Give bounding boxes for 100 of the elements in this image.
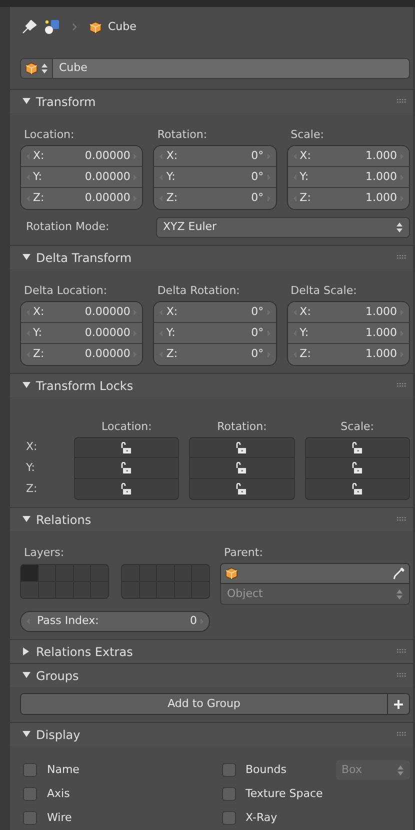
number-field[interactable]: Y: 0.00000 [21, 323, 142, 344]
number-field[interactable]: Z: 1.000 [288, 344, 409, 365]
number-field[interactable]: X: 0.00000 [21, 146, 142, 167]
dropdown-value: XYZ Euler [163, 219, 217, 236]
axis-label: X: [300, 304, 312, 320]
grip-icon [397, 99, 407, 104]
lock-toggle[interactable] [304, 479, 410, 500]
checkbox-label[interactable]: Name [47, 762, 127, 778]
add-button[interactable] [388, 693, 410, 715]
column-label: Rotation: [156, 127, 208, 143]
field-value: 1.000 [364, 168, 397, 185]
number-field[interactable]: Z: 1.000 [288, 188, 409, 209]
field-value: 0° [250, 324, 264, 341]
checkbox-label[interactable]: Wire [47, 810, 127, 826]
layer-button[interactable] [21, 565, 38, 581]
layer-button[interactable] [140, 565, 156, 581]
cube-icon [225, 567, 238, 580]
layer-button[interactable] [122, 582, 139, 598]
checkbox[interactable] [23, 787, 37, 801]
grip-icon [397, 383, 407, 388]
checkbox-label[interactable]: Axis [47, 786, 127, 802]
field-value: 1.000 [364, 148, 397, 164]
layer-button[interactable] [56, 582, 73, 598]
field-value: 0° [250, 148, 264, 164]
layer-button[interactable] [91, 565, 108, 581]
axis-label: Y: [300, 168, 310, 185]
layer-button[interactable] [38, 565, 56, 581]
layer-button[interactable] [122, 565, 139, 581]
layer-button[interactable] [157, 582, 174, 598]
dropdown-value: Box [342, 762, 362, 778]
field-label: Layers: [23, 545, 66, 561]
number-field[interactable]: X: 1.000 [288, 302, 409, 323]
layer-button[interactable] [192, 582, 209, 598]
up-down-arrows-icon [396, 588, 403, 600]
checkbox[interactable] [222, 811, 236, 825]
lock-toggle[interactable] [189, 437, 295, 458]
layer-button[interactable] [38, 582, 56, 598]
column-label: Rotation: [216, 419, 268, 435]
column-label: Scale: [290, 127, 325, 143]
number-field[interactable]: Z: 0.00000 [21, 188, 142, 209]
pass-index-field[interactable]: Pass Index: 0 [20, 611, 210, 632]
number-field[interactable]: X: 0.00000 [21, 302, 142, 323]
object-name-field[interactable]: Cube [53, 58, 410, 78]
lock-toggle[interactable] [189, 479, 295, 500]
layer-button[interactable] [192, 565, 209, 581]
checkbox-label[interactable]: Bounds [246, 762, 326, 778]
checkbox-label[interactable]: Texture Space [246, 786, 326, 802]
layer-button[interactable] [157, 565, 174, 581]
checkbox-label[interactable]: X-Ray [246, 810, 326, 826]
axis-label: X: [33, 304, 46, 320]
field-value: 0.00000 [84, 190, 130, 206]
field-label: Parent: [223, 545, 264, 561]
number-field[interactable]: Y: 1.000 [288, 323, 409, 344]
field-value: 0° [250, 190, 264, 206]
number-field[interactable]: Y: 1.000 [288, 167, 409, 188]
number-field[interactable]: Y: 0.00000 [21, 167, 142, 188]
checkbox[interactable] [222, 763, 236, 777]
lock-toggle[interactable] [189, 458, 295, 479]
breadcrumb-label[interactable]: Cube [108, 18, 136, 36]
grip-icon [397, 732, 407, 737]
layer-button[interactable] [21, 582, 38, 598]
up-down-arrows-icon [41, 62, 48, 74]
layer-button[interactable] [74, 582, 90, 598]
number-field[interactable]: X: 0° [154, 146, 276, 167]
field-value: 0.00000 [84, 148, 130, 164]
object-data-selector[interactable] [20, 58, 53, 78]
checkbox[interactable] [222, 787, 236, 801]
number-field[interactable]: Z: 0.00000 [21, 344, 142, 365]
checkbox[interactable] [23, 811, 37, 825]
layer-button[interactable] [91, 582, 108, 598]
layer-button[interactable] [140, 582, 156, 598]
column-label: Delta Location: [23, 283, 108, 299]
axis-label: Y: [33, 168, 43, 185]
layer-button[interactable] [56, 565, 73, 581]
layer-button[interactable] [74, 565, 90, 581]
field-value: 0.00000 [84, 304, 130, 320]
field-value: 0.00000 [84, 346, 130, 362]
layer-button[interactable] [174, 565, 192, 581]
number-field[interactable]: Y: 0° [154, 323, 276, 344]
axis-label: X: [25, 439, 38, 456]
rotation-mode-dropdown[interactable]: XYZ Euler [156, 217, 410, 238]
grip-icon [397, 255, 407, 260]
parent-field[interactable] [220, 563, 410, 584]
field-label: Pass Index: [36, 613, 100, 630]
lock-toggle[interactable] [74, 479, 180, 500]
lock-toggle[interactable] [304, 458, 410, 479]
lock-toggle[interactable] [74, 458, 180, 479]
dropdown-value: Object [227, 586, 263, 602]
add-to-group-button[interactable]: Add to Group [20, 693, 388, 715]
number-field[interactable]: Y: 0° [154, 167, 276, 188]
lock-toggle[interactable] [74, 437, 180, 458]
checkbox[interactable] [23, 763, 37, 777]
number-field[interactable]: X: 1.000 [288, 146, 409, 167]
layer-button[interactable] [174, 582, 192, 598]
number-field[interactable]: Z: 0° [154, 188, 276, 209]
number-field[interactable]: X: 0° [154, 302, 276, 323]
number-field[interactable]: Z: 0° [154, 344, 276, 365]
axis-label: X: [300, 148, 312, 164]
lock-toggle[interactable] [304, 437, 410, 458]
axis-label: Z: [300, 346, 312, 362]
